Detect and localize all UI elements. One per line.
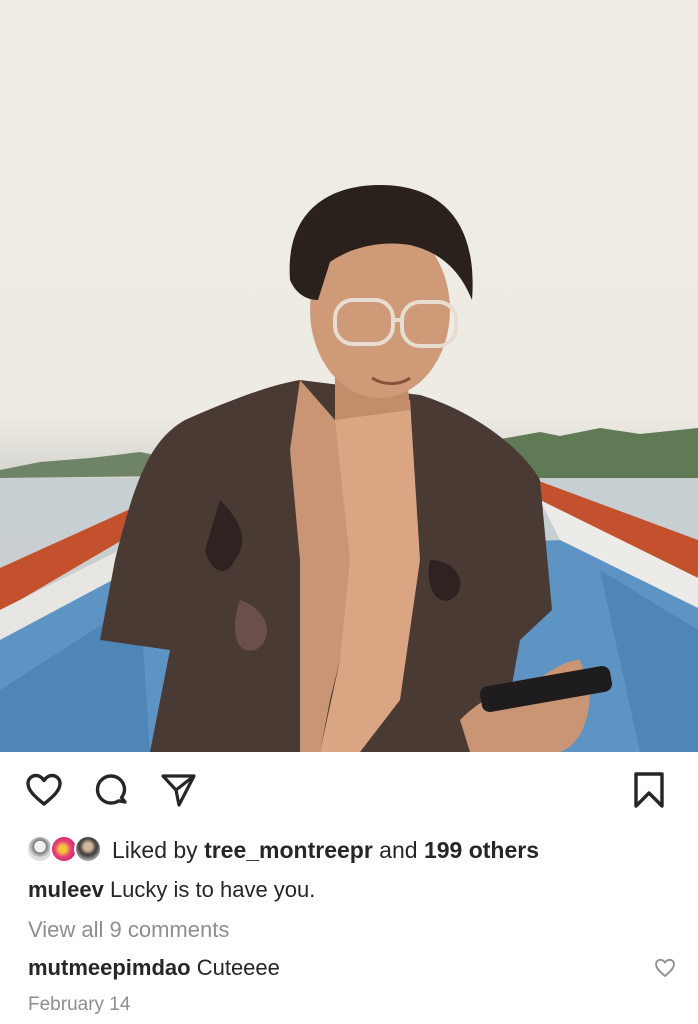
liked-by-others-link[interactable]: 199 others [424, 837, 539, 863]
post-photo[interactable] [0, 0, 698, 752]
view-all-comments-link[interactable]: View all 9 comments [28, 917, 229, 943]
likes-text: Liked by tree_montreepr and 199 others [112, 836, 540, 863]
comment-username[interactable]: mutmeepimdao [28, 955, 191, 980]
comment-bubble-icon [92, 771, 130, 814]
liker-avatar [74, 835, 102, 863]
paper-plane-icon [159, 771, 197, 814]
post-photo-illustration [0, 185, 698, 752]
post-date: February 14 [28, 994, 131, 1015]
share-button[interactable] [156, 770, 200, 814]
post-action-bar [0, 770, 698, 816]
liker-avatars [26, 834, 104, 866]
comment-like-button[interactable] [652, 957, 678, 983]
small-heart-icon [654, 958, 676, 983]
post-caption: muleev Lucky is to have you. [28, 877, 315, 903]
comment-button[interactable] [89, 770, 133, 814]
like-button[interactable] [22, 770, 66, 814]
bookmark-icon [632, 771, 666, 814]
caption-username[interactable]: muleev [28, 877, 104, 902]
save-button[interactable] [627, 770, 671, 814]
comment-preview: mutmeepimdao Cuteeee [28, 955, 280, 981]
heart-icon [25, 773, 63, 812]
likes-summary[interactable]: Liked by tree_montreepr and 199 others [26, 834, 539, 866]
comment-text: Cuteeee [190, 955, 280, 980]
liked-by-user-link[interactable]: tree_montreepr [204, 837, 373, 863]
caption-text: Lucky is to have you. [103, 877, 316, 902]
